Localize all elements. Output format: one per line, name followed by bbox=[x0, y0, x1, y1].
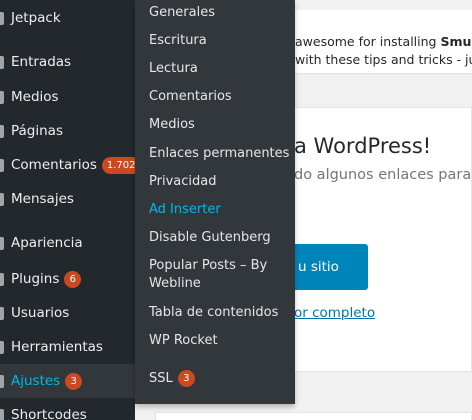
submenu-item-medios[interactable]: Medios bbox=[149, 116, 195, 134]
menu-item-label: Apariencia bbox=[11, 235, 83, 251]
welcome-subtitle: do algunos enlaces para c bbox=[294, 167, 472, 183]
shortcode-icon bbox=[0, 409, 4, 420]
menu-item-herramientas[interactable]: Herramientas bbox=[0, 330, 135, 364]
welcome-title: a WordPress! bbox=[294, 134, 432, 158]
menu-item-label: Comentarios bbox=[11, 157, 97, 173]
settings-update-badge: 3 bbox=[65, 373, 83, 390]
pin-icon bbox=[0, 56, 4, 69]
settings-flyout-menu: Generales Escritura Lectura Comentarios … bbox=[135, 0, 295, 404]
current-menu-caret bbox=[127, 374, 135, 390]
menu-item-ajustes[interactable]: Ajustes 3 bbox=[0, 364, 135, 398]
ssl-update-badge: 3 bbox=[177, 370, 195, 387]
customize-site-button[interactable]: u sitio bbox=[294, 244, 368, 290]
menu-item-entradas[interactable]: Entradas bbox=[0, 45, 135, 79]
menu-item-apariencia[interactable]: Apariencia bbox=[0, 226, 135, 260]
menu-item-usuarios[interactable]: Usuarios bbox=[0, 296, 135, 330]
brush-icon bbox=[0, 237, 4, 250]
menu-item-medios[interactable]: Medios bbox=[0, 80, 135, 114]
admin-menu: Jetpack Entradas Medios Páginas Comentar… bbox=[0, 0, 135, 420]
notice-line-2: with these tips and tricks - just bbox=[295, 52, 472, 67]
notice-line-1: awesome for installing Smush bbox=[295, 33, 472, 51]
dashboard-widget bbox=[155, 412, 472, 420]
submenu-item-tabla-de-contenidos[interactable]: Tabla de contenidos bbox=[149, 304, 278, 322]
comments-count-badge: 1.702 bbox=[101, 157, 135, 174]
submenu-item-disable-gutenberg[interactable]: Disable Gutenberg bbox=[149, 229, 271, 247]
menu-item-label: Entradas bbox=[11, 54, 72, 70]
menu-item-mensajes[interactable]: Mensajes bbox=[0, 182, 135, 216]
submenu-item-popular-posts[interactable]: Popular Posts – By Webline bbox=[149, 257, 267, 293]
submenu-item-ad-inserter[interactable]: Ad Inserter bbox=[149, 201, 221, 219]
menu-item-label: Ajustes bbox=[11, 373, 61, 389]
submenu-item-enlaces-permanentes[interactable]: Enlaces permanentes bbox=[149, 145, 289, 163]
submenu-item-comentarios[interactable]: Comentarios bbox=[149, 88, 232, 106]
wrench-icon bbox=[0, 341, 4, 354]
jetpack-icon bbox=[0, 12, 4, 25]
notice-text: awesome for installing bbox=[295, 34, 441, 49]
submenu-item-generales[interactable]: Generales bbox=[149, 4, 215, 22]
menu-item-label: Usuarios bbox=[11, 305, 70, 321]
menu-item-shortcodes[interactable]: Shortcodes bbox=[0, 398, 135, 420]
comment-icon bbox=[0, 159, 4, 172]
menu-item-jetpack[interactable]: Jetpack bbox=[0, 1, 135, 35]
submenu-item-ssl[interactable]: SSL 3 bbox=[149, 370, 195, 388]
customize-link[interactable]: or completo bbox=[294, 305, 375, 321]
plugins-update-badge: 6 bbox=[64, 271, 82, 288]
media-icon bbox=[0, 91, 4, 104]
plugin-icon bbox=[0, 273, 4, 286]
users-icon bbox=[0, 307, 4, 320]
email-icon bbox=[0, 193, 4, 206]
menu-item-plugins[interactable]: Plugins 6 bbox=[0, 262, 135, 296]
notice-plugin-name: Smush bbox=[440, 34, 472, 49]
menu-item-label: Herramientas bbox=[11, 339, 103, 355]
menu-item-label: Mensajes bbox=[11, 191, 74, 207]
submenu-item-lectura[interactable]: Lectura bbox=[149, 60, 198, 78]
menu-item-label: Plugins bbox=[11, 271, 60, 287]
menu-item-label: Jetpack bbox=[11, 10, 61, 26]
submenu-item-wp-rocket[interactable]: WP Rocket bbox=[149, 332, 218, 350]
submenu-item-label: Popular Posts – By bbox=[149, 258, 268, 273]
menu-item-label: Páginas bbox=[11, 123, 63, 139]
submenu-item-label-line2: Webline bbox=[149, 276, 201, 291]
menu-item-paginas[interactable]: Páginas bbox=[0, 114, 135, 148]
submenu-item-label: SSL bbox=[149, 371, 173, 386]
menu-item-label: Shortcodes bbox=[11, 407, 87, 420]
submenu-item-escritura[interactable]: Escritura bbox=[149, 32, 207, 50]
submenu-item-privacidad[interactable]: Privacidad bbox=[149, 173, 216, 191]
menu-item-comentarios[interactable]: Comentarios 1.702 bbox=[0, 148, 135, 182]
settings-icon bbox=[0, 375, 4, 388]
page-icon bbox=[0, 125, 4, 138]
menu-item-label: Medios bbox=[11, 89, 59, 105]
